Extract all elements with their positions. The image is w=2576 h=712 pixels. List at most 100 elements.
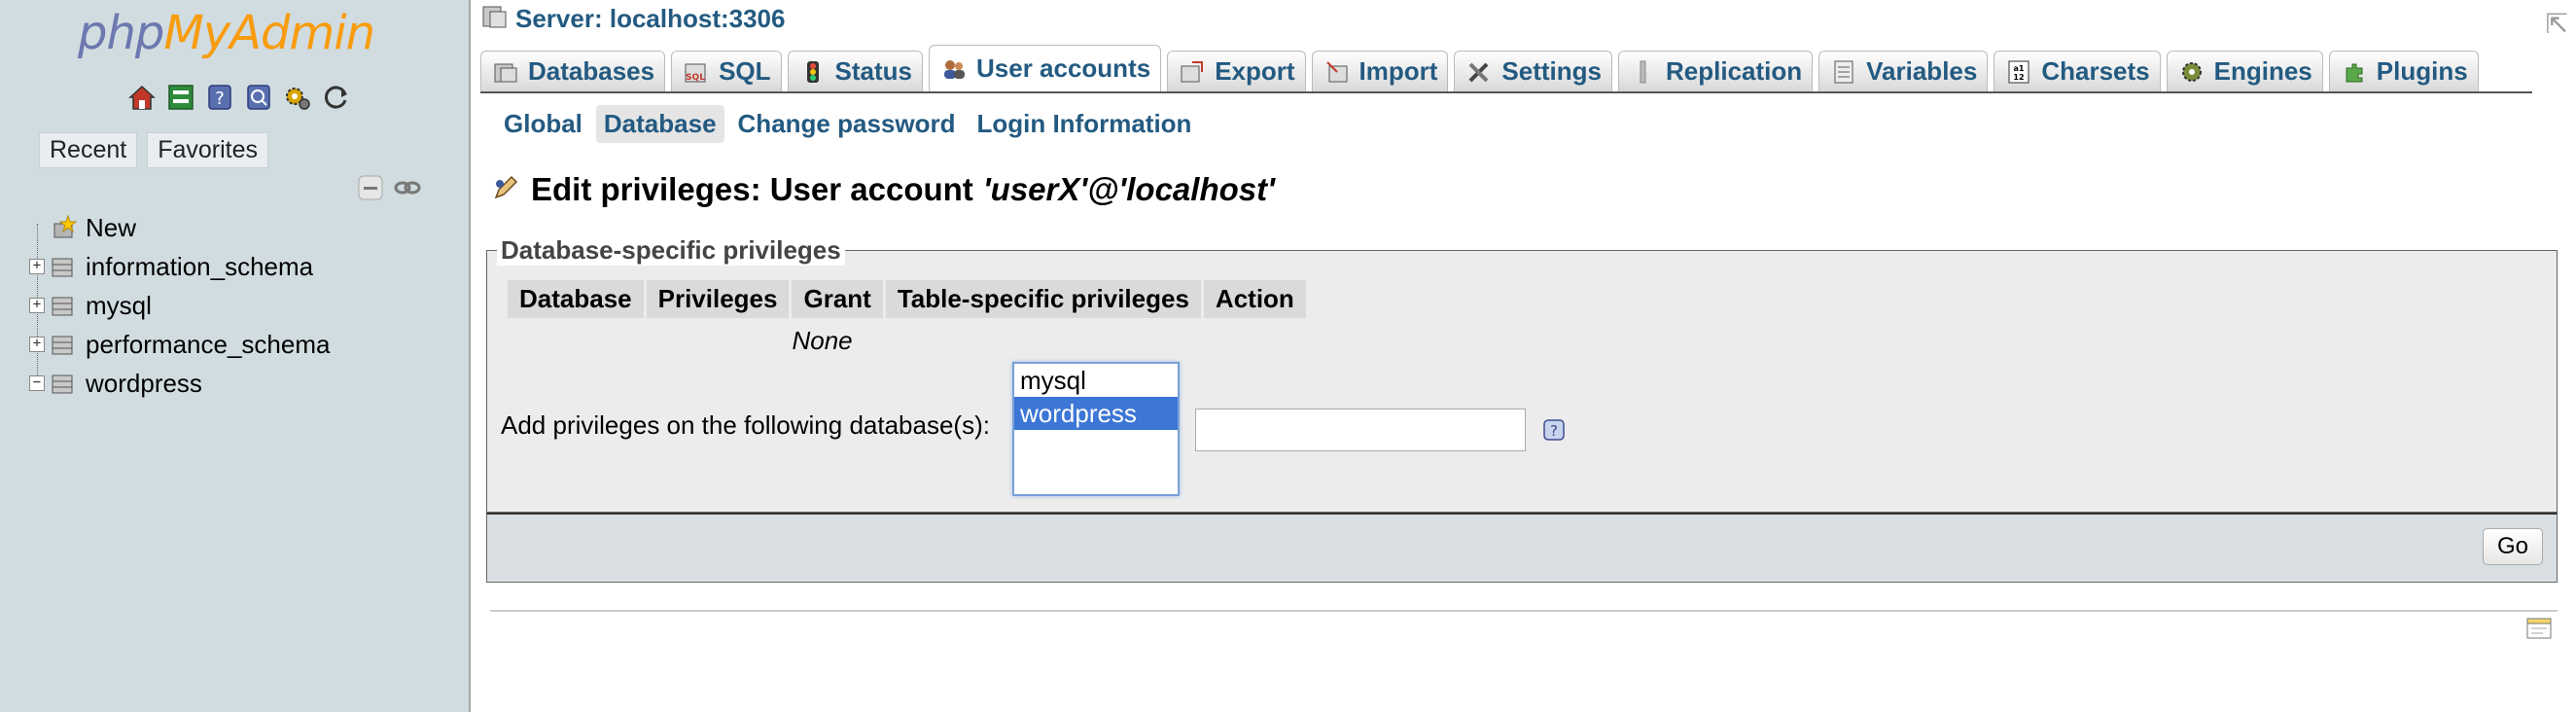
expand-icon[interactable]: +: [29, 337, 45, 352]
tab-import[interactable]: Import: [1311, 51, 1449, 91]
tab-replication[interactable]: Replication: [1618, 51, 1814, 91]
tab-label: Settings: [1501, 56, 1602, 86]
logo-admin-text: MyAdmin: [163, 6, 375, 60]
tree-item-label[interactable]: performance_schema: [86, 330, 330, 360]
docs-icon[interactable]: ?: [204, 82, 235, 113]
main-panel: Server: localhost:3306 ⇱ Databases SQL S…: [473, 0, 2576, 712]
tab-databases[interactable]: Databases: [480, 51, 666, 91]
column-header: Grant: [792, 280, 883, 318]
tree-item-new[interactable]: New: [29, 208, 330, 247]
users-icon: [939, 54, 969, 84]
sql-icon: SQL: [682, 57, 711, 87]
page-title: Edit privileges: User account 'userX'@'l…: [490, 171, 1275, 208]
tree-item-mysql[interactable]: + mysql: [29, 286, 330, 325]
edit-pencil-icon: [490, 172, 521, 208]
database-icon: [49, 292, 78, 319]
nav-icon-bar: ?: [126, 82, 352, 113]
tab-plugins[interactable]: Plugins: [2328, 51, 2479, 91]
subtab-database[interactable]: Database: [595, 105, 724, 143]
reload-icon[interactable]: [321, 82, 352, 113]
tab-engines[interactable]: Engines: [2166, 51, 2323, 91]
sub-tabs: Global Database Change password Login In…: [496, 105, 1199, 143]
tree-item-wordpress[interactable]: − wordpress: [29, 364, 330, 403]
tab-settings[interactable]: Settings: [1454, 51, 1612, 91]
database-privileges-fieldset: Database-specific privileges Database Pr…: [486, 235, 2558, 513]
status-icon: [798, 57, 828, 87]
help-icon[interactable]: ?: [1542, 418, 1566, 446]
charsets-icon: a1 12: [2004, 57, 2033, 87]
variables-icon: [1829, 57, 1858, 87]
svg-text:a1: a1: [2014, 64, 2025, 73]
tab-status[interactable]: Status: [787, 51, 923, 91]
table-row: None: [508, 318, 1306, 364]
recent-favorites-bar: Recent Favorites: [39, 132, 269, 168]
select-option-wordpress[interactable]: wordpress: [1014, 397, 1178, 430]
export-icon: [1178, 57, 1207, 87]
console-toggle-icon[interactable]: [2523, 613, 2555, 649]
subtab-login-information[interactable]: Login Information: [969, 105, 1199, 143]
home-icon[interactable]: [126, 82, 158, 113]
database-tree: New + information_schema + mysql + perfo…: [29, 208, 330, 403]
tab-variables[interactable]: Variables: [1818, 51, 1989, 91]
svg-text:SQL: SQL: [686, 73, 705, 83]
database-name-input[interactable]: [1195, 409, 1526, 451]
phpmyadmin-logo[interactable]: phpMyAdmin: [78, 6, 375, 60]
database-icon: [49, 253, 78, 280]
expand-icon[interactable]: +: [29, 259, 45, 274]
column-header: Table-specific privileges: [885, 280, 1201, 318]
expand-icon[interactable]: +: [29, 298, 45, 313]
breadcrumb: Server: localhost:3306: [480, 2, 785, 36]
server-icon: [480, 2, 510, 36]
recent-button[interactable]: Recent: [39, 132, 138, 168]
tab-charsets[interactable]: a1 12 Charsets: [1994, 51, 2161, 91]
subtab-global[interactable]: Global: [496, 105, 590, 143]
tab-label: User accounts: [976, 53, 1151, 83]
database-select-list[interactable]: mysql wordpress: [1012, 362, 1180, 496]
tools-icon: [1464, 57, 1494, 87]
column-header: Database: [508, 280, 644, 318]
svg-text:?: ?: [215, 89, 225, 109]
tab-label: Engines: [2213, 56, 2312, 86]
collapse-all-icon[interactable]: [356, 173, 385, 207]
user-account-name: 'userX'@'localhost': [982, 171, 1275, 207]
collapse-icon[interactable]: −: [29, 375, 45, 391]
svg-text:?: ?: [1550, 422, 1558, 440]
sql-docs-icon[interactable]: [243, 82, 274, 113]
tree-controls: [356, 173, 422, 207]
main-tabs: Databases SQL SQL Status User accounts E…: [480, 45, 2532, 93]
tab-label: Plugins: [2376, 56, 2468, 86]
tab-label: Export: [1215, 56, 1295, 86]
tab-label: Databases: [528, 56, 655, 86]
databases-icon: [491, 57, 520, 87]
column-header: Action: [1203, 280, 1306, 318]
tab-user-accounts[interactable]: User accounts: [929, 45, 1162, 91]
import-icon: [1323, 57, 1352, 87]
subtab-change-password[interactable]: Change password: [730, 105, 964, 143]
tab-export[interactable]: Export: [1167, 51, 1306, 91]
tree-item-label[interactable]: wordpress: [86, 369, 202, 399]
scroll-to-top-icon[interactable]: ⇱: [2546, 8, 2568, 40]
empty-message: None: [792, 326, 853, 355]
link-with-main-icon[interactable]: [393, 173, 422, 207]
go-button[interactable]: Go: [2482, 528, 2543, 565]
tree-item-performance-schema[interactable]: + performance_schema: [29, 325, 330, 364]
logo-php-text: php: [78, 6, 164, 60]
tree-item-label[interactable]: information_schema: [86, 252, 313, 282]
tab-label: Status: [834, 56, 912, 86]
tree-item-information-schema[interactable]: + information_schema: [29, 247, 330, 286]
divider: [490, 610, 2558, 612]
privileges-table: Database Privileges Grant Table-specific…: [505, 280, 1309, 364]
tab-label: Charsets: [2041, 56, 2150, 86]
plugins-icon: [2340, 57, 2369, 87]
select-option-mysql[interactable]: mysql: [1014, 364, 1178, 397]
tree-item-label[interactable]: mysql: [86, 291, 152, 321]
tree-item-label[interactable]: New: [86, 213, 136, 243]
favorites-button[interactable]: Favorites: [147, 132, 269, 168]
logout-icon[interactable]: [165, 82, 196, 113]
navigation-panel: phpMyAdmin ? Recent Favorites New + info…: [0, 0, 471, 712]
tab-sql[interactable]: SQL SQL: [671, 51, 782, 91]
settings-icon[interactable]: [282, 82, 313, 113]
form-footer: Go: [486, 513, 2558, 583]
server-link[interactable]: Server: localhost:3306: [515, 4, 785, 34]
database-icon: [49, 370, 78, 397]
